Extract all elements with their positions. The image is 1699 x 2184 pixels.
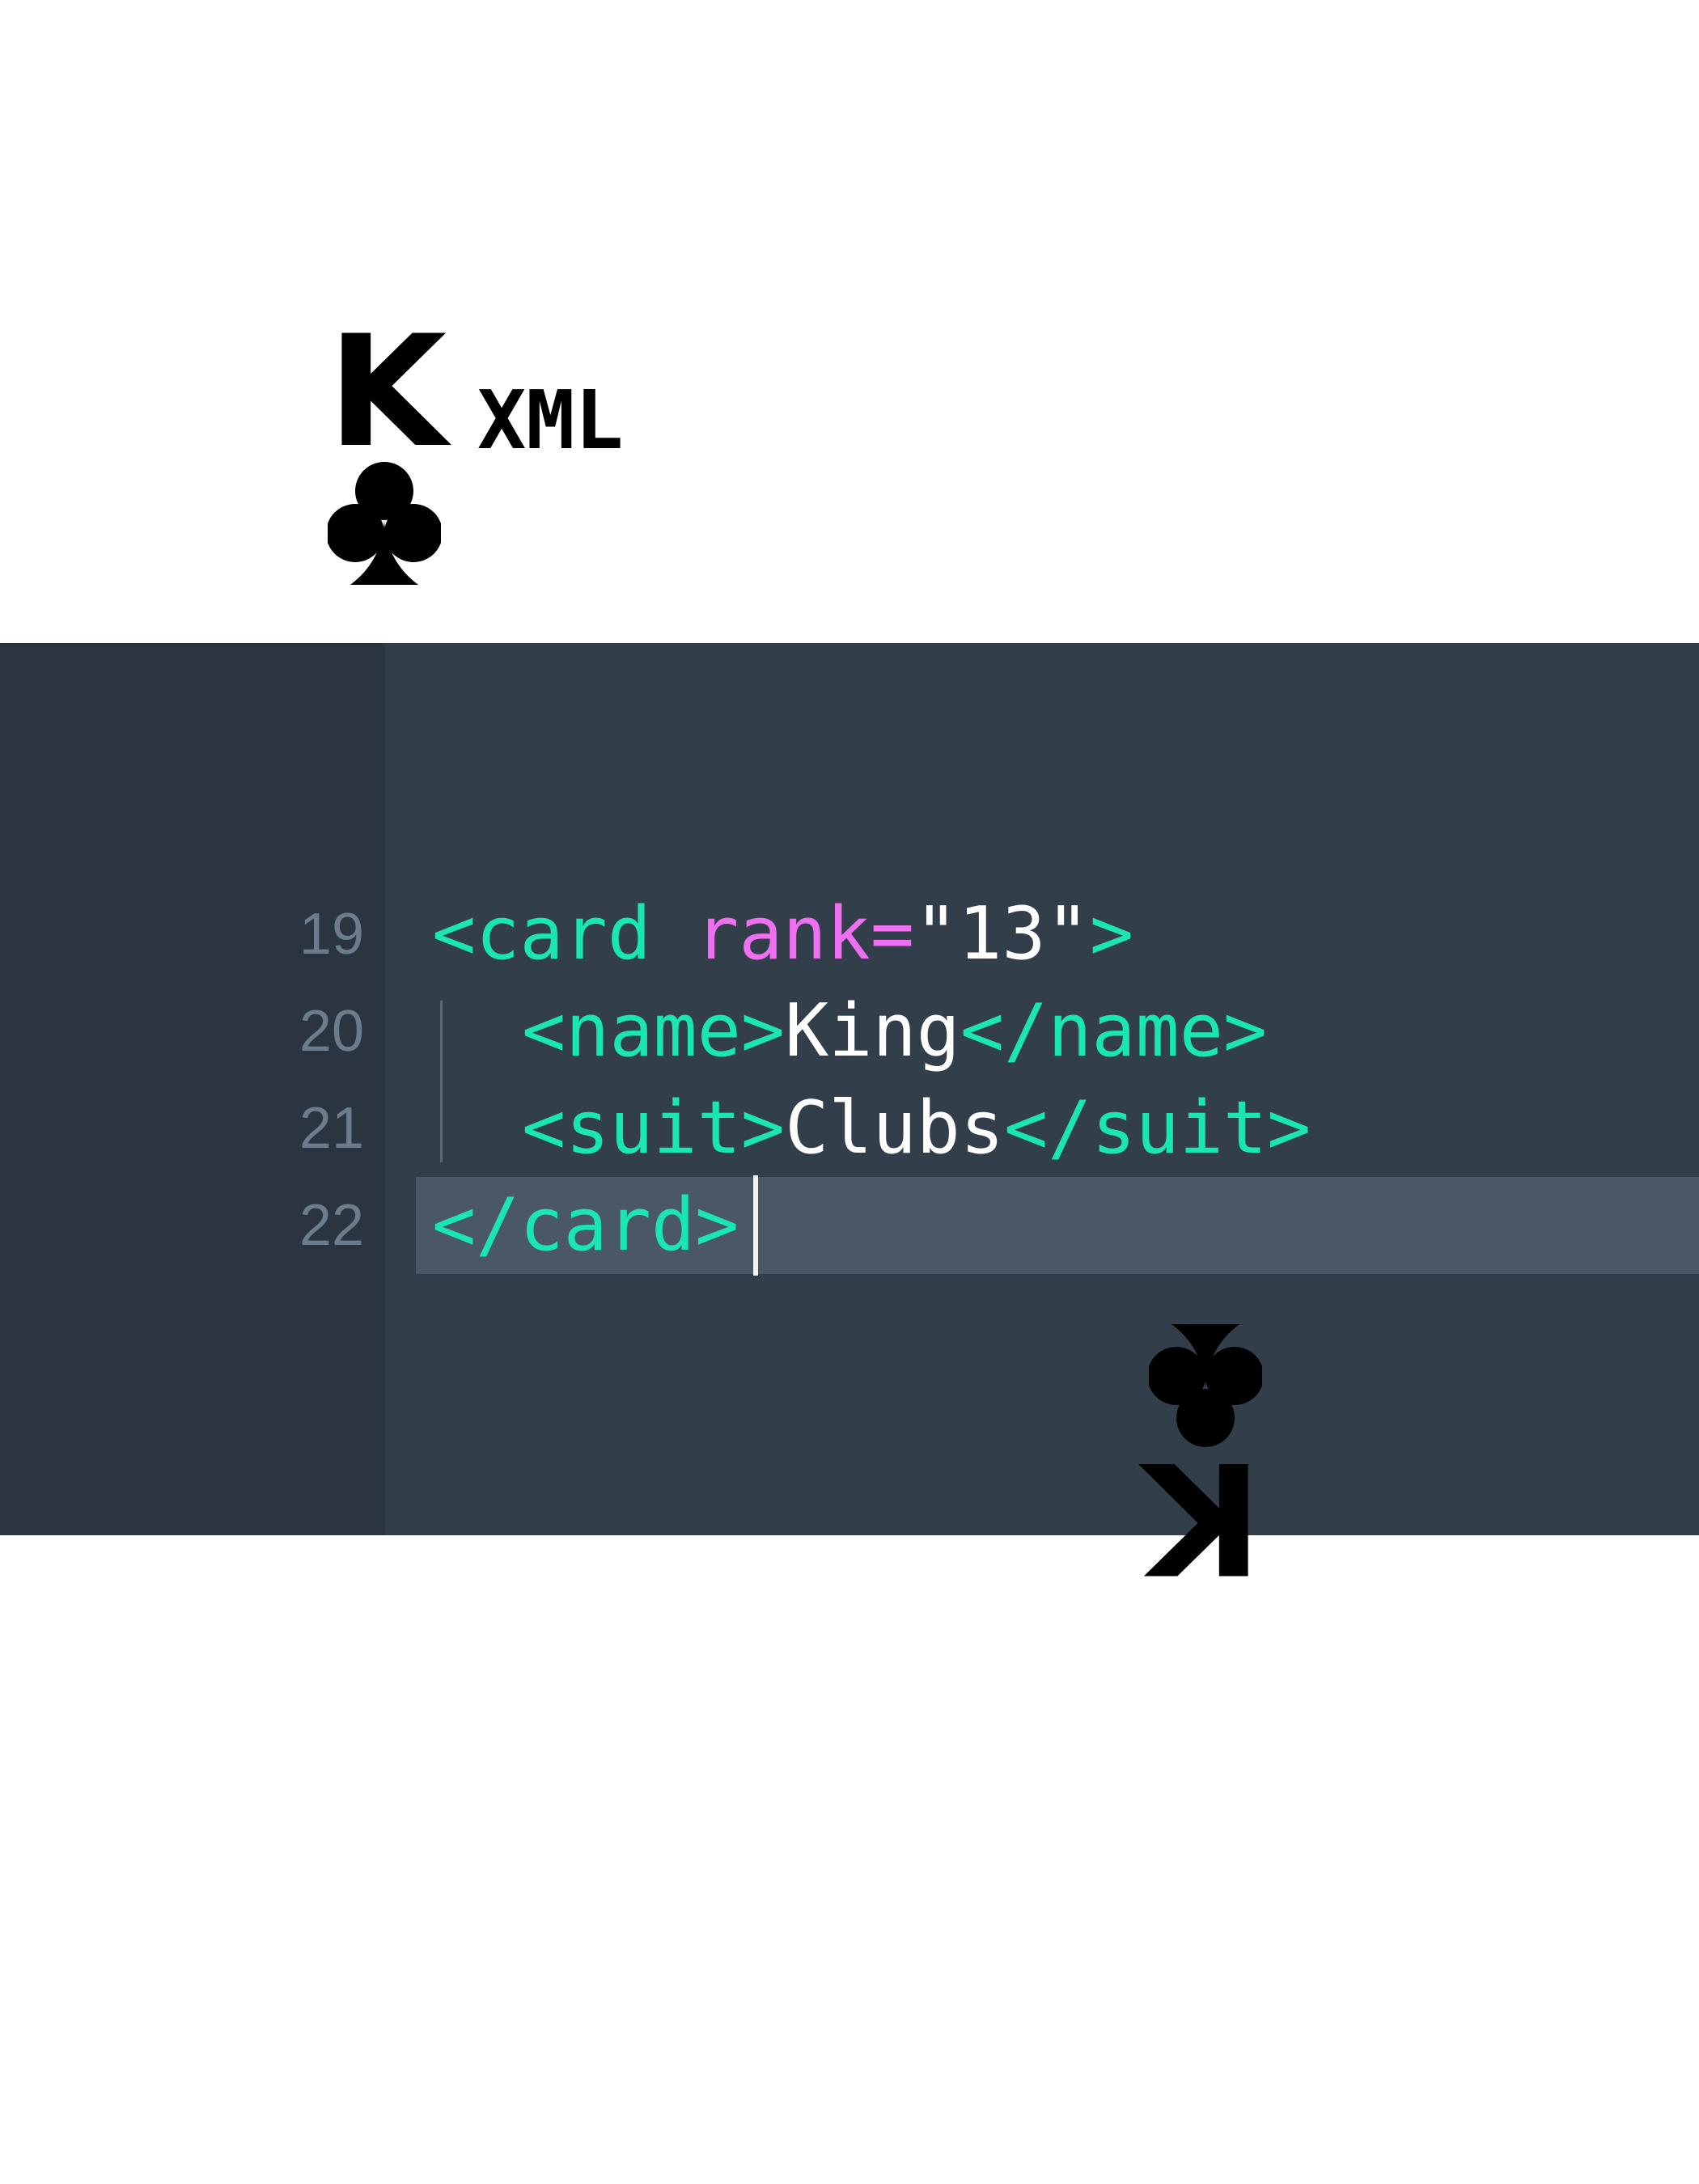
club-icon — [1149, 1324, 1262, 1447]
line-number: 19 — [299, 902, 364, 967]
club-icon — [328, 462, 441, 585]
code-content[interactable]: </card> — [432, 1175, 759, 1276]
text-cursor — [753, 1175, 759, 1276]
xml-attribute-name: rank= — [695, 891, 915, 976]
line-number: 20 — [299, 999, 364, 1064]
code-content[interactable]: <suit>Clubs</suit> — [522, 1080, 1311, 1177]
card-language-label: XML — [477, 373, 624, 468]
xml-tag: </name> — [960, 988, 1268, 1073]
line-number: 22 — [299, 1193, 364, 1258]
xml-tag: <card — [432, 891, 651, 976]
code-line[interactable]: 20 <name>King</name> — [0, 983, 1699, 1080]
code-content[interactable]: <name>King</name> — [522, 983, 1267, 1080]
xml-text: King — [785, 988, 960, 1073]
card-rank-top: K — [328, 303, 447, 481]
card-rank-bottom: K — [1142, 1428, 1262, 1606]
xml-text: Clubs — [785, 1086, 1005, 1170]
xml-attribute-value: "13" — [914, 891, 1090, 976]
code-content[interactable]: <card rank="13"> — [432, 886, 1133, 983]
xml-tag: > — [1089, 891, 1133, 976]
xml-tag: </card> — [432, 1183, 739, 1268]
code-line[interactable]: 19 <card rank="13"> — [0, 886, 1699, 983]
xml-tag: </suit> — [1004, 1086, 1311, 1170]
xml-tag: <suit> — [522, 1086, 786, 1170]
code-line[interactable]: 21 <suit>Clubs</suit> — [0, 1080, 1699, 1177]
xml-tag: <name> — [522, 988, 786, 1073]
code-line-active[interactable]: 22 </card> — [0, 1175, 1699, 1276]
line-number: 21 — [299, 1096, 364, 1161]
